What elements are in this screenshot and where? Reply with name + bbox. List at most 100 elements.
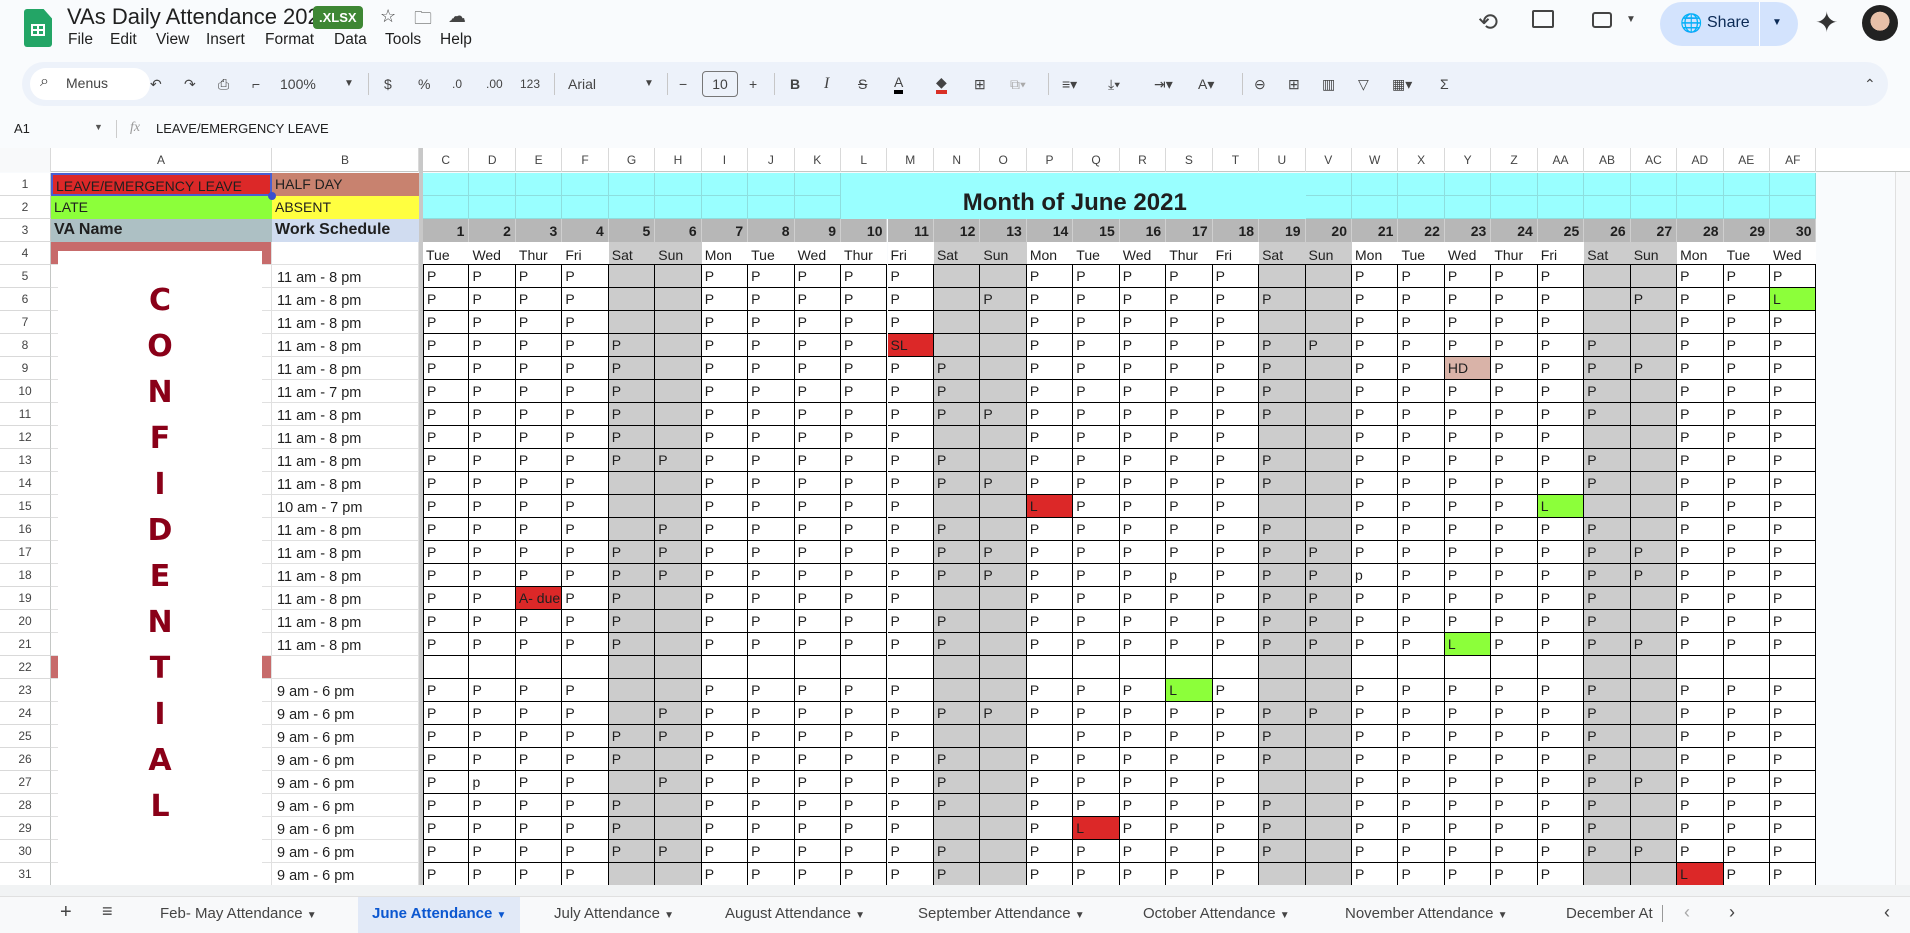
attendance-cell[interactable]	[608, 863, 656, 886]
attendance-cell[interactable]: P	[423, 771, 470, 794]
attendance-cell[interactable]: P	[1584, 840, 1631, 863]
row-number[interactable]: 17	[0, 541, 51, 564]
weekday-label[interactable]: Mon	[701, 242, 749, 265]
attendance-cell[interactable]: P	[655, 449, 702, 472]
attendance-cell[interactable]: P	[608, 817, 656, 840]
attendance-cell[interactable]: P	[1491, 288, 1538, 311]
attendance-cell[interactable]: P	[1770, 518, 1817, 541]
attendance-cell[interactable]	[980, 748, 1027, 771]
attendance-cell[interactable]: P	[655, 771, 702, 794]
weekday-label[interactable]: Sun	[1305, 242, 1352, 265]
font-size-input[interactable]: 10	[702, 71, 738, 97]
attendance-cell[interactable]: P	[1212, 541, 1260, 564]
attendance-cell[interactable]	[1677, 656, 1724, 679]
attendance-cell[interactable]: P	[794, 380, 842, 403]
decrease-font-size-button[interactable]: −	[679, 74, 687, 94]
attendance-cell[interactable]: P	[1491, 610, 1538, 633]
title-band-cell[interactable]	[1770, 173, 1817, 196]
functions-sigma-icon[interactable]: Σ	[1440, 74, 1449, 94]
attendance-cell[interactable]: P	[1259, 702, 1306, 725]
attendance-cell[interactable]: P	[1212, 380, 1260, 403]
attendance-cell[interactable]: P	[655, 840, 702, 863]
attendance-cell[interactable]: P	[562, 265, 609, 288]
attendance-cell[interactable]: P	[608, 403, 656, 426]
va-name-header[interactable]: VA Name	[51, 219, 272, 242]
scroll-tabs-left-icon[interactable]: ‹	[1684, 902, 1690, 923]
attendance-cell[interactable]: P	[1677, 495, 1724, 518]
attendance-cell[interactable]: P	[1537, 357, 1585, 380]
column-header[interactable]: X	[1398, 148, 1445, 172]
column-header[interactable]: D	[469, 148, 516, 172]
title-band-cell[interactable]	[1305, 173, 1352, 196]
attendance-cell[interactable]: P	[1537, 702, 1585, 725]
column-header[interactable]: J	[748, 148, 795, 172]
attendance-cell[interactable]: P	[608, 449, 656, 472]
attendance-cell[interactable]: P	[1677, 564, 1724, 587]
attendance-cell[interactable]: P	[748, 357, 795, 380]
attendance-cell[interactable]: P	[423, 449, 470, 472]
work-schedule-cell[interactable]: 11 am - 7 pm	[272, 380, 419, 403]
attendance-cell[interactable]: P	[515, 748, 563, 771]
attendance-cell[interactable]: P	[1119, 495, 1167, 518]
attendance-cell[interactable]: P	[1073, 587, 1120, 610]
tab-november-attendance[interactable]: November Attendance ▼	[1345, 905, 1508, 922]
title-band-cell[interactable]	[562, 196, 609, 219]
filter-icon[interactable]: ▽	[1358, 74, 1369, 94]
title-band-cell[interactable]	[1723, 196, 1771, 219]
attendance-cell[interactable]: P	[1537, 449, 1585, 472]
attendance-cell[interactable]: P	[1166, 311, 1213, 334]
title-band-cell[interactable]	[1630, 173, 1678, 196]
row-number[interactable]: 7	[0, 311, 51, 334]
attendance-cell[interactable]: P	[1723, 495, 1771, 518]
attendance-cell[interactable]: P	[515, 334, 563, 357]
attendance-cell[interactable]: P	[1537, 748, 1585, 771]
row-number[interactable]: 12	[0, 426, 51, 449]
frozen-columns-divider[interactable]	[419, 148, 423, 885]
attendance-cell[interactable]: P	[841, 633, 888, 656]
document-title[interactable]: VAs Daily Attendance 2021	[67, 4, 332, 30]
attendance-cell[interactable]: P	[1026, 564, 1074, 587]
weekday-label[interactable]: Tue	[748, 242, 795, 265]
attendance-cell[interactable]: P	[1398, 311, 1445, 334]
attendance-cell[interactable]	[1584, 656, 1631, 679]
attendance-cell[interactable]: P	[1491, 702, 1538, 725]
attendance-cell[interactable]: P	[515, 725, 563, 748]
attendance-cell[interactable]: P	[1444, 311, 1492, 334]
attendance-cell[interactable]	[841, 656, 888, 679]
attendance-cell[interactable]	[1259, 265, 1306, 288]
work-schedule-cell[interactable]: 9 am - 6 pm	[272, 794, 419, 817]
attendance-cell[interactable]	[980, 334, 1027, 357]
attendance-cell[interactable]: P	[1770, 357, 1817, 380]
attendance-cell[interactable]: P	[1119, 679, 1167, 702]
attendance-cell[interactable]: P	[1212, 725, 1260, 748]
row-number[interactable]: 30	[0, 840, 51, 863]
attendance-cell[interactable]	[608, 472, 656, 495]
attendance-cell[interactable]: P	[1723, 403, 1771, 426]
column-header[interactable]: AD	[1677, 148, 1724, 172]
column-header[interactable]: Q	[1073, 148, 1120, 172]
title-band-cell[interactable]	[1630, 196, 1678, 219]
attendance-cell[interactable]: P	[1770, 679, 1817, 702]
attendance-cell[interactable]: P	[841, 564, 888, 587]
attendance-cell[interactable]: P	[1073, 679, 1120, 702]
attendance-cell[interactable]: p	[469, 771, 516, 794]
attendance-cell[interactable]: P	[887, 587, 934, 610]
column-header[interactable]: S	[1166, 148, 1213, 172]
attendance-cell[interactable]: P	[1537, 771, 1585, 794]
attendance-cell[interactable]: P	[701, 840, 749, 863]
row-number[interactable]: 24	[0, 702, 51, 725]
attendance-cell[interactable]: P	[1166, 794, 1213, 817]
attendance-cell[interactable]: P	[1723, 564, 1771, 587]
work-schedule-cell[interactable]: 11 am - 8 pm	[272, 265, 419, 288]
attendance-cell[interactable]: P	[1119, 610, 1167, 633]
tab-dropdown-icon[interactable]: ▼	[1280, 910, 1290, 921]
zoom-dropdown-icon[interactable]: ▼	[344, 74, 354, 94]
attendance-cell[interactable]: L	[1026, 495, 1074, 518]
attendance-cell[interactable]: P	[1352, 840, 1399, 863]
attendance-cell[interactable]: P	[1723, 840, 1771, 863]
attendance-cell[interactable]: SL	[887, 334, 934, 357]
attendance-cell[interactable]: P	[1026, 380, 1074, 403]
attendance-cell[interactable]	[980, 840, 1027, 863]
decrease-decimal-button[interactable]: .0	[452, 74, 462, 94]
attendance-cell[interactable]: P	[1259, 449, 1306, 472]
